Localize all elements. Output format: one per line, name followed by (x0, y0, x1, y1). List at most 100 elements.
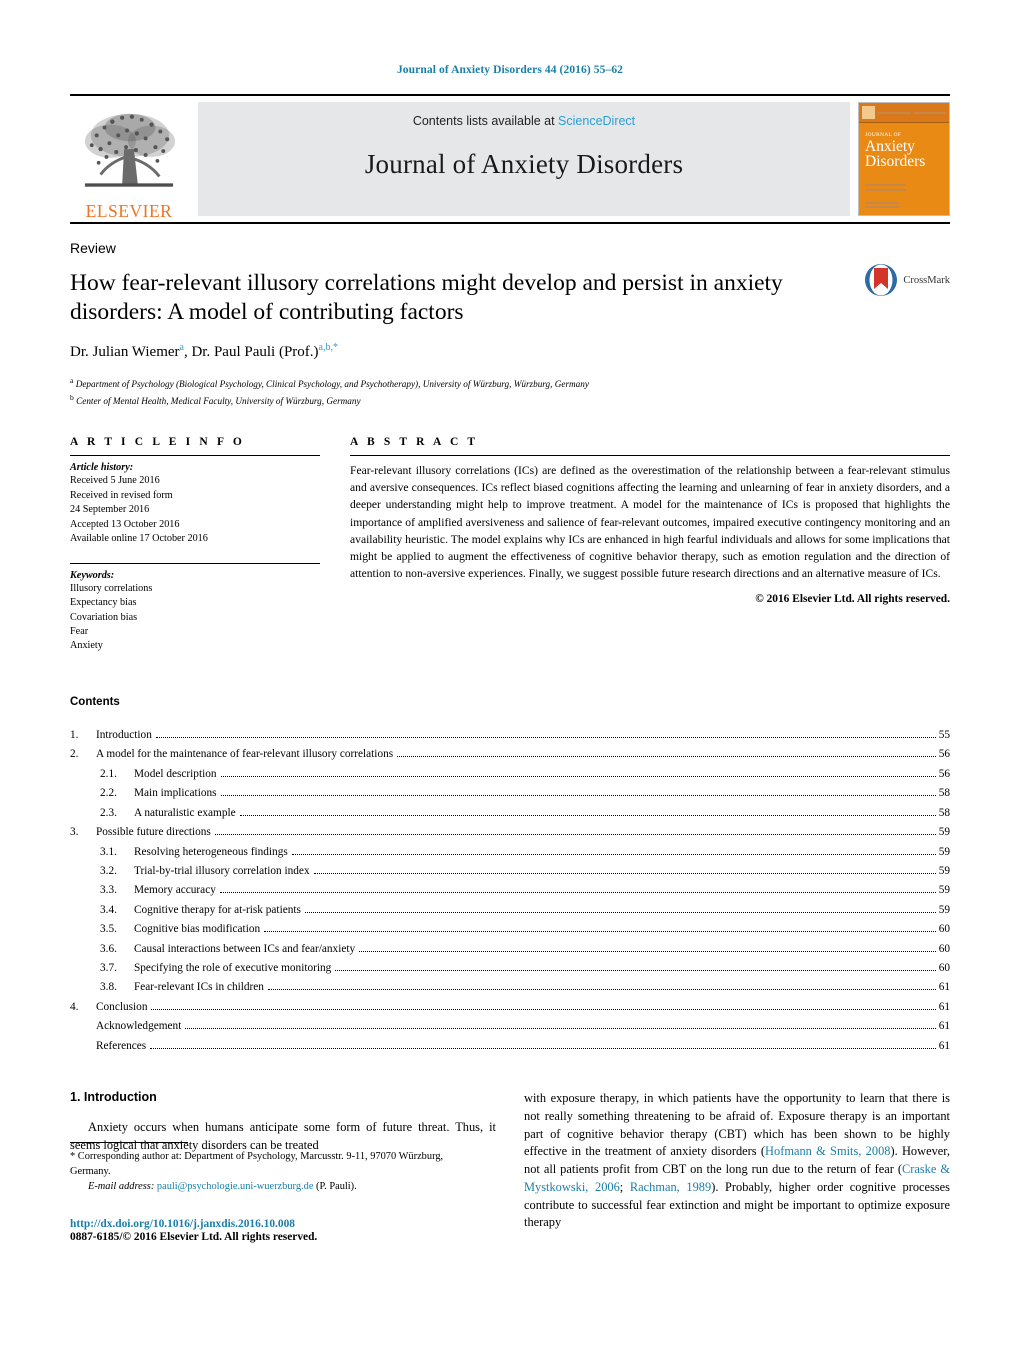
toc-entry-label[interactable]: Main implications (134, 784, 217, 803)
toc-entry-label[interactable]: Model description (134, 765, 217, 784)
toc-entry-label[interactable]: Introduction (96, 726, 152, 745)
article-type-label: Review (70, 240, 116, 256)
toc-entry[interactable]: 3. Possible future directions 59 (70, 823, 950, 842)
toc-entry-label[interactable]: Possible future directions (96, 823, 211, 842)
toc-entry-page: 55 (938, 728, 950, 741)
toc-entry-label[interactable]: Conclusion (96, 998, 147, 1017)
toc-entry-page: 61 (938, 1039, 950, 1052)
footnote-block: * Corresponding author at: Department of… (70, 1142, 480, 1194)
toc-entry-page: 58 (938, 787, 950, 800)
toc-entry-label[interactable]: Fear-relevant ICs in children (134, 978, 264, 997)
toc-entry-page: 60 (938, 923, 950, 936)
toc-entry[interactable]: 3.7. Specifying the role of executive mon… (70, 959, 950, 978)
toc-entry-number: 3.2. (100, 864, 117, 877)
abstract-heading: A B S T R A C T (350, 436, 479, 449)
keyword-item: Covariation bias (70, 611, 138, 623)
toc-entry-label[interactable]: A model for the maintenance of fear-rele… (96, 745, 393, 764)
crossmark-label: CrossMark (903, 274, 950, 286)
toc-entry-label[interactable]: Cognitive bias modification (134, 920, 260, 939)
intro-text-3: ; (619, 1179, 630, 1194)
toc-entry[interactable]: 3.3. Memory accuracy 59 (70, 881, 950, 900)
abstract-column: A B S T R A C T Fear-relevant illusory c… (350, 436, 950, 654)
toc-entry-label[interactable]: Memory accuracy (134, 881, 216, 900)
affiliation-b: b Center of Mental Health, Medical Facul… (70, 392, 950, 408)
toc-entry-page: 58 (938, 806, 950, 819)
toc-leader-dots (220, 775, 936, 777)
elsevier-logo: ELSEVIER (70, 102, 188, 222)
toc-entry-number: 2.1. (100, 767, 117, 780)
toc-entry[interactable]: 3.4. Cognitive therapy for at-risk patien… (70, 901, 950, 920)
author-separator: , Dr. Paul Pauli (Prof.) (183, 344, 319, 361)
toc-entry[interactable]: 2. A model for the maintenance of fear-re… (70, 745, 950, 764)
article-info-rule (70, 455, 320, 457)
doi-link[interactable]: http://dx.doi.org/10.1016/j.janxdis.2016… (70, 1218, 490, 1230)
toc-entry[interactable]: 3.1. Resolving heterogeneous findings 59 (70, 843, 950, 862)
corresponding-author-marker[interactable]: * (333, 342, 338, 353)
cover-rule (913, 111, 946, 114)
toc-entry-number: 3.3. (100, 884, 117, 897)
toc-entry-number: 3. (70, 826, 79, 839)
page-title: How fear-relevant illusory correlations … (70, 270, 783, 325)
toc-leader-dots (359, 950, 936, 952)
keyword-item: Expectancy bias (70, 597, 137, 609)
journal-title[interactable]: Journal of Anxiety Disorders (365, 149, 683, 180)
toc-entry[interactable]: 3.5. Cognitive bias modification 60 (70, 920, 950, 939)
article-history-line: Received 5 June 2016 (70, 475, 160, 487)
toc-entry-label[interactable]: Specifying the role of executive monitor… (134, 959, 331, 978)
running-header: Journal of Anxiety Disorders 44 (2016) 5… (396, 64, 624, 76)
toc-entry-label[interactable]: Trial-by-trial illusory correlation inde… (134, 862, 310, 881)
cover-footer-lines (865, 202, 899, 210)
crossmark-badge[interactable]: CrossMark (863, 262, 950, 298)
cover-rule (878, 111, 911, 114)
citation-hofmann-smits[interactable]: Hofmann & Smits, 2008 (765, 1144, 890, 1158)
article-history-line: 24 September 2016 (70, 504, 150, 516)
issn-copyright: 0887-6185/© 2016 Elsevier Ltd. All right… (70, 1231, 318, 1243)
toc-entry[interactable]: 2.3. A naturalistic example 58 (70, 804, 950, 823)
toc-entry[interactable]: 1. Introduction 55 (70, 726, 950, 745)
toc-entry[interactable]: 3.6. Causal interactions between ICs and … (70, 940, 950, 959)
toc-entry[interactable]: 2.1. Model description 56 (70, 765, 950, 784)
crossmark-icon (865, 264, 898, 296)
toc-leader-dots (219, 892, 936, 894)
toc-entry[interactable]: 4. Conclusion 61 (70, 998, 950, 1017)
elsevier-tree-icon (84, 113, 176, 187)
toc-entry-page: 59 (938, 845, 950, 858)
toc-entry-label[interactable]: References (96, 1037, 146, 1056)
citation-rachman[interactable]: Rachman, 1989 (630, 1180, 711, 1194)
journal-cover-thumbnail[interactable]: JOURNAL OF Anxiety Disorders (858, 102, 950, 216)
sciencedirect-link[interactable]: ScienceDirect (558, 114, 635, 128)
article-info-heading: A R T I C L E I N F O (70, 436, 245, 449)
keywords-rule (70, 562, 320, 564)
toc-leader-dots (155, 736, 936, 738)
toc-entry-label[interactable]: A naturalistic example (134, 804, 236, 823)
toc-entry-page: 59 (938, 864, 950, 877)
sciencedirect-banner: Contents lists available at ScienceDirec… (198, 102, 850, 216)
toc-entry-page: 59 (938, 903, 950, 916)
toc-entry-label[interactable]: Acknowledgement (96, 1017, 181, 1036)
toc-entry-label[interactable]: Resolving heterogeneous findings (134, 843, 288, 862)
toc-leader-dots (267, 989, 936, 991)
toc-entry-number: 4. (70, 1000, 79, 1013)
toc-entry[interactable]: 3.8. Fear-relevant ICs in children 61 (70, 978, 950, 997)
toc-entry-label[interactable]: Cognitive therapy for at-risk patients (134, 901, 301, 920)
toc-entry[interactable]: 2.2. Main implications 58 (70, 784, 950, 803)
toc-leader-dots (151, 1008, 936, 1010)
toc-entry[interactable]: Acknowledgement 61 (70, 1017, 950, 1036)
title-block: Review How fear-relevant illusory correl… (70, 240, 950, 408)
abstract-copyright: © 2016 Elsevier Ltd. All rights reserved… (755, 593, 950, 606)
email-link[interactable]: pauli@psychologie.uni-wuerzburg.de (157, 1181, 314, 1192)
toc-entry-number: 3.6. (100, 942, 117, 955)
toc-entry[interactable]: References 61 (70, 1037, 950, 1056)
toc-entry-number: 3.8. (100, 981, 117, 994)
toc-entry-page: 60 (938, 942, 950, 955)
corresponding-author-note: * Corresponding author at: Department of… (70, 1150, 480, 1180)
toc-entry-number: 3.4. (100, 903, 117, 916)
toc-entry-label[interactable]: Causal interactions between ICs and fear… (134, 940, 355, 959)
cover-publisher-icon (862, 106, 875, 119)
toc-entry-page: 56 (938, 748, 950, 761)
toc-entry[interactable]: 3.2. Trial-by-trial illusory correlation … (70, 862, 950, 881)
keyword-item: Fear (70, 626, 89, 637)
contents-section: Contents 1. Introduction 55 2. A model for t… (70, 696, 950, 1056)
article-history-line: Accepted 13 October 2016 (70, 518, 180, 530)
toc-leader-dots (335, 970, 936, 972)
